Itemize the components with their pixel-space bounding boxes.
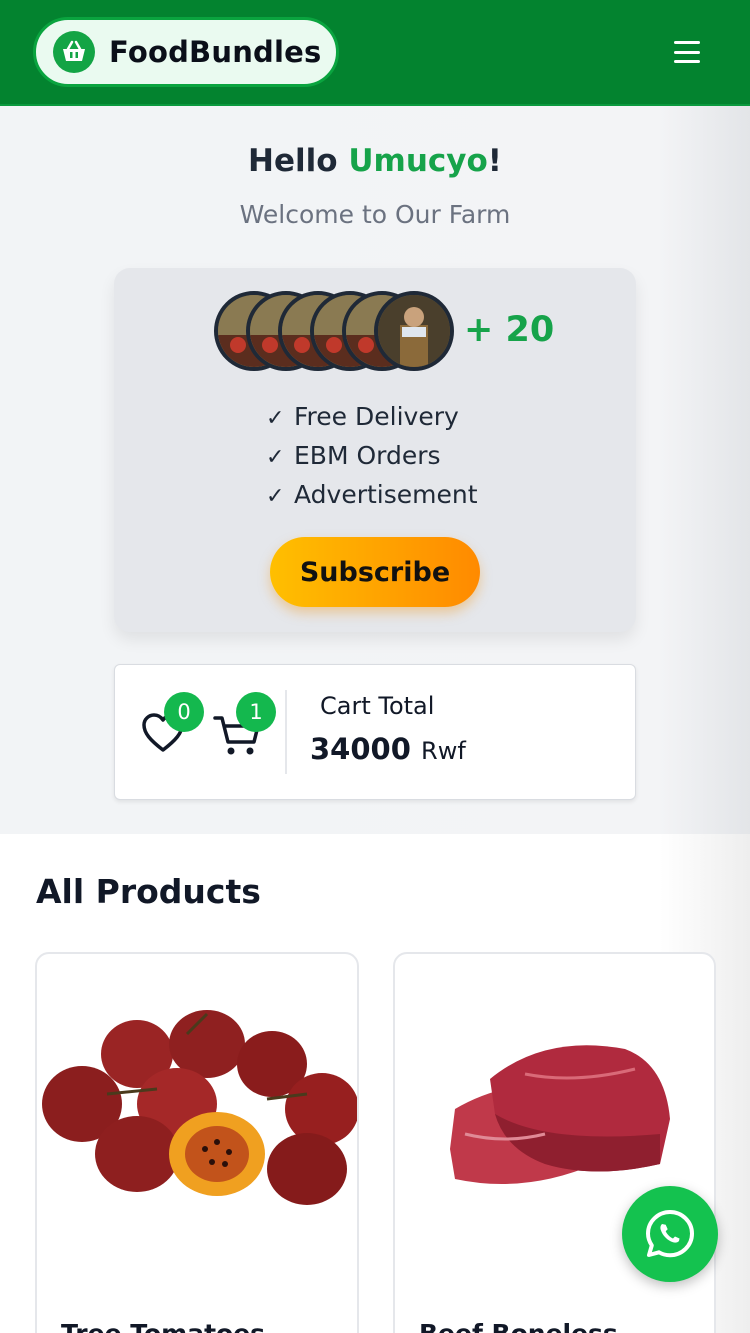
subscriber-avatars	[214, 291, 464, 373]
check-icon: ✓	[266, 484, 285, 509]
brand-name: FoodBundles	[109, 35, 322, 69]
whatsapp-icon[interactable]	[622, 1186, 718, 1282]
app-header: FoodBundles	[0, 0, 750, 106]
product-name: Tree Tomatoes	[61, 1319, 265, 1333]
greeting: Hello Umucyo!	[248, 143, 502, 179]
subscriber-count: + 20	[464, 310, 555, 350]
product-card[interactable]: Tree Tomatoes	[35, 952, 359, 1333]
cart-total-amount: 34000 Rwf	[310, 732, 466, 766]
brand-logo-link[interactable]: FoodBundles	[33, 17, 339, 87]
product-name: Beef Boneless	[419, 1319, 618, 1333]
feature-item: ✓ EBM Orders	[266, 436, 478, 475]
divider	[285, 690, 287, 774]
feature-list: ✓ Free Delivery ✓ EBM Orders ✓ Advertisemen…	[266, 397, 478, 514]
cart-count-badge: 1	[236, 692, 276, 732]
check-icon: ✓	[266, 445, 285, 470]
tree-tomatoes-image	[37, 994, 357, 1238]
feature-item: ✓ Free Delivery	[266, 397, 478, 436]
avatar	[374, 291, 454, 371]
user-name: Umucyo	[348, 143, 488, 179]
cart-total-label: Cart Total	[320, 692, 435, 720]
subscribe-button[interactable]: Subscribe	[270, 537, 480, 607]
basket-icon	[53, 31, 95, 73]
feature-item: ✓ Advertisement	[266, 475, 478, 514]
welcome-text: Welcome to Our Farm	[239, 200, 511, 229]
currency: Rwf	[421, 737, 466, 765]
favorites-count-badge: 0	[164, 692, 204, 732]
section-title: All Products	[36, 872, 261, 911]
check-icon: ✓	[266, 406, 285, 431]
hamburger-menu-icon[interactable]	[674, 41, 700, 63]
